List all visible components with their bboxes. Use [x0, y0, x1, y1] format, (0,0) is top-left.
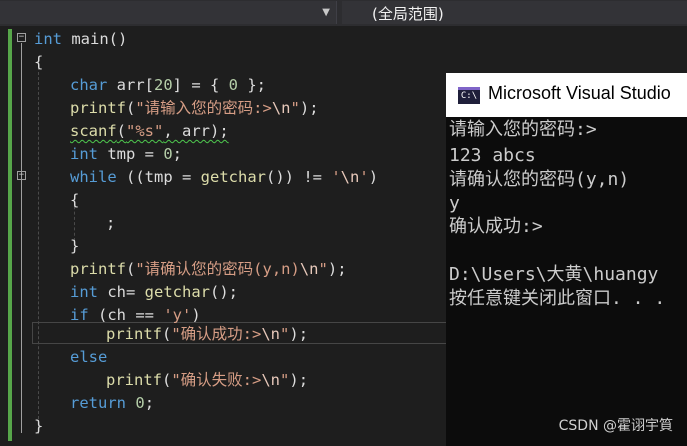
code-line-9[interactable]: ;	[106, 212, 115, 235]
console-app-icon: C:\	[458, 87, 480, 104]
code-line-12[interactable]: int ch= getchar();	[70, 281, 238, 304]
code-line-2[interactable]: {	[34, 51, 43, 74]
code-line-3[interactable]: char arr[20] = { 0 };	[70, 74, 266, 97]
chevron-down-icon[interactable]: ▼	[322, 8, 330, 18]
code-line-15[interactable]: else	[70, 346, 107, 369]
project-dropdown[interactable]: ▼	[0, 1, 337, 24]
code-line-18[interactable]: }	[34, 415, 43, 438]
console-output-line: 123 abcs	[449, 145, 536, 166]
code-line-14[interactable]: printf("确认成功:>\n");	[106, 323, 308, 346]
console-output-line: 请确认您的密码(y,n)	[449, 169, 630, 190]
console-output-line: y	[449, 193, 460, 214]
scope-label: (全局范围)	[372, 5, 444, 23]
console-output-line: 确认成功:>	[449, 216, 543, 237]
console-output-line: 请输入您的密码:>	[449, 119, 597, 140]
code-line-5[interactable]: scanf("%s", arr);	[70, 120, 229, 143]
code-line-7[interactable]: while ((tmp = getchar()) != '\n')	[70, 166, 378, 189]
console-window[interactable]: C:\ Microsoft Visual Studio 请输入您的密码:> 12…	[446, 73, 687, 446]
code-line-6[interactable]: int tmp = 0;	[70, 143, 182, 166]
code-line-4[interactable]: printf("请输入您的密码:>\n");	[70, 97, 319, 120]
console-output-line: D:\Users\大黄\huangy	[449, 264, 659, 285]
code-line-8[interactable]: {	[70, 189, 79, 212]
console-title: Microsoft Visual Studio	[488, 83, 671, 103]
fold-toggle-while[interactable]: −	[17, 171, 26, 180]
change-tracking-bar	[8, 29, 12, 441]
code-line-11[interactable]: printf("请确认您的密码(y,n)\n");	[70, 258, 347, 281]
scope-dropdown[interactable]: (全局范围)	[342, 1, 687, 24]
code-line-17[interactable]: return 0;	[70, 392, 154, 415]
fold-toggle-main[interactable]: −	[17, 33, 26, 42]
console-title-bar[interactable]: C:\ Microsoft Visual Studio	[446, 73, 687, 117]
code-line-16[interactable]: printf("确认失败:>\n");	[106, 369, 308, 392]
console-output-line: 按任意键关闭此窗口. . .	[449, 288, 666, 309]
navigation-bar: ▼ (全局范围)	[0, 0, 687, 26]
code-line-10[interactable]: }	[70, 235, 79, 258]
fold-line	[21, 43, 22, 433]
code-line-1[interactable]: int main()	[34, 28, 127, 51]
watermark: CSDN @霍诩宇筫	[558, 418, 673, 434]
indent-guide	[38, 62, 39, 434]
